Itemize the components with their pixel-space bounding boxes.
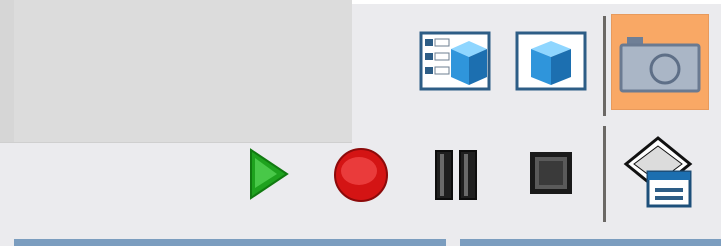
bottom-panel-bar-right (460, 239, 721, 246)
play-button[interactable] (244, 146, 292, 202)
export-window-icon (623, 136, 693, 208)
cube-icon (515, 31, 587, 91)
left-panel (0, 0, 352, 143)
record-icon (334, 148, 388, 202)
list-view-button[interactable] (418, 30, 492, 92)
screenshot-button[interactable] (611, 14, 709, 110)
cube-view-button[interactable] (514, 30, 588, 92)
toolbar-separator-bottom (603, 126, 606, 222)
export-window-button[interactable] (622, 136, 694, 210)
record-button[interactable] (330, 146, 392, 204)
list-cube-icon (419, 31, 491, 91)
stop-button[interactable] (526, 148, 576, 198)
toolbar-separator-top (603, 16, 606, 116)
left-panel-edge (0, 0, 14, 142)
play-icon (250, 148, 289, 200)
stop-icon (530, 152, 572, 194)
pause-icon (435, 150, 477, 200)
pause-button[interactable] (430, 148, 482, 202)
camera-icon (619, 37, 701, 93)
bottom-panel-bar-left (14, 239, 446, 246)
